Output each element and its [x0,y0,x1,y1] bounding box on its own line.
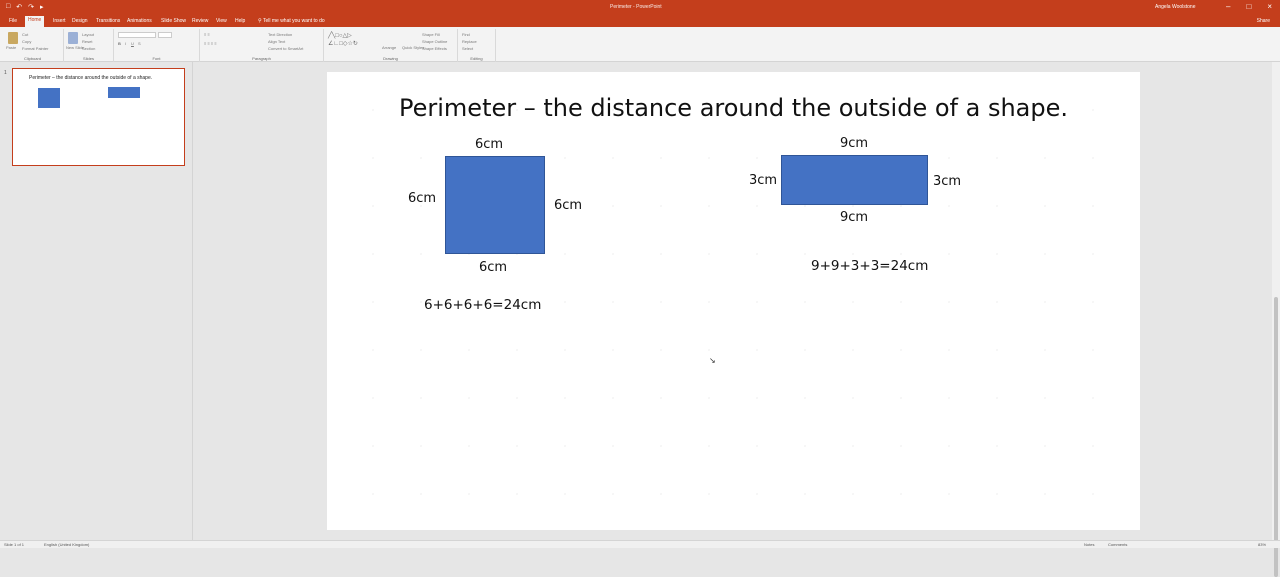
font-family-select[interactable] [118,32,156,38]
language-indicator[interactable]: English (United Kingdom) [44,542,89,547]
convert-smartart-button[interactable]: Convert to SmartArt [268,46,303,51]
maximize-icon[interactable]: □ [1246,2,1251,11]
cut-button[interactable]: Cut [22,32,28,37]
scrollbar-thumb[interactable] [1274,297,1278,577]
square-left-label[interactable]: 6cm [408,191,436,206]
present-icon[interactable]: ▸ [40,3,44,11]
tell-me-search[interactable]: ⚲ Tell me what you want to do [258,18,325,24]
group-clipboard: Paste Cut Copy Format Painter Clipboard [2,29,64,62]
tab-review[interactable]: Review [189,17,211,25]
thumbnail-number: 1 [4,70,7,76]
paste-icon[interactable] [8,32,18,44]
tab-home[interactable]: Home [25,16,45,27]
square-shape[interactable] [445,156,545,254]
window-title: Perimeter - PowerPoint [610,4,662,10]
group-label-paragraph: Paragraph [252,56,271,61]
reset-button[interactable]: Reset [82,39,92,44]
quick-styles-button[interactable]: Quick Styles [402,45,424,50]
rectangle-right-label[interactable]: 3cm [933,174,961,189]
rectangle-left-label[interactable]: 3cm [749,173,777,188]
shape-fill-button[interactable]: Shape Fill [422,32,440,37]
new-slide-icon[interactable] [68,32,78,44]
paste-button[interactable]: Paste [6,45,16,50]
slide-count: Slide 1 of 1 [4,542,25,547]
group-label-slides: Slides [83,56,94,61]
rectangle-perimeter-sum[interactable]: 9+9+3+3=24cm [811,258,928,274]
tab-view[interactable]: View [213,17,230,25]
redo-icon[interactable]: ↷ [28,3,34,11]
square-bottom-label[interactable]: 6cm [479,260,507,275]
group-label-clipboard: Clipboard [23,56,42,61]
group-label-editing: Editing [470,56,483,61]
group-label-font: Font [152,56,161,61]
tab-insert[interactable]: Insert [50,17,69,25]
vertical-scrollbar[interactable] [1272,62,1280,577]
status-bar: Slide 1 of 1 English (United Kingdom) No… [0,540,1280,548]
share-button[interactable]: Share [1257,18,1270,24]
text-direction-button[interactable]: Text Direction [268,32,292,37]
save-icon[interactable]: □ [6,3,10,11]
shapes-gallery-row2[interactable]: ∠∟□◇☆↻ [328,40,358,47]
shape-outline-button[interactable]: Shape Outline [422,39,447,44]
layout-button[interactable]: Layout [82,32,94,37]
undo-icon[interactable]: ↶ [16,3,22,11]
copy-button[interactable]: Copy [22,39,31,44]
minimize-icon[interactable]: – [1226,2,1230,11]
shape-effects-button[interactable]: Shape Effects [422,46,447,51]
section-button[interactable]: Section [82,46,95,51]
bold-icon[interactable]: B [118,41,121,46]
group-font: B I U S Font [114,29,200,62]
close-icon[interactable]: × [1267,2,1272,11]
tell-me-label: Tell me what you want to do [262,18,325,24]
align-text-button[interactable]: Align Text [268,39,285,44]
group-drawing: ╱╲□○△▷ ∠∟□◇☆↻ Arrange Quick Styles Shape… [324,29,458,62]
slide-title[interactable]: Perimeter – the distance around the outs… [327,94,1140,122]
thumbnail-square [38,88,60,108]
comments-button[interactable]: Comments [1108,542,1127,547]
group-label-drawing: Drawing [383,56,398,61]
rectangle-top-label[interactable]: 9cm [840,136,868,151]
rectangle-bottom-label[interactable]: 9cm [840,210,868,225]
ribbon: Paste Cut Copy Format Painter Clipboard … [0,27,1280,62]
select-button[interactable]: Select [462,46,473,51]
thumbnail-title: Perimeter – the distance around the outs… [29,75,153,81]
italic-icon[interactable]: I [125,41,126,46]
font-size-select[interactable] [158,32,172,38]
zoom-level[interactable]: 83% [1258,542,1266,547]
title-bar: □ ↶ ↷ ▸ Perimeter - PowerPoint Angela Wo… [0,0,1280,15]
thumbnail-rectangle [108,87,140,98]
group-paragraph: Text Direction Align Text Convert to Sma… [200,29,324,62]
tab-help[interactable]: Help [232,17,248,25]
notes-button[interactable]: Notes [1084,542,1094,547]
ribbon-tabs: File Home Insert Design Transitions Anim… [0,15,1280,27]
tab-file[interactable]: File [6,17,20,25]
quick-access-toolbar: □ ↶ ↷ ▸ [6,3,44,11]
user-name[interactable]: Angela Woolstone [1155,4,1196,10]
slide-thumbnail[interactable]: Perimeter – the distance around the outs… [12,68,185,166]
group-slides: New Slide Layout Reset Section Slides [64,29,114,62]
format-painter-button[interactable]: Format Painter [22,46,48,51]
replace-button[interactable]: Replace [462,39,477,44]
shapes-gallery-icon[interactable]: ╱╲□○△▷ [328,32,352,39]
tab-design[interactable]: Design [69,17,91,25]
align-icon[interactable]: ≡ ≡ ≡ ≡ [204,41,217,46]
arrange-button[interactable]: Arrange [382,45,396,50]
tab-animations[interactable]: Animations [124,17,155,25]
underline-icon[interactable]: U [131,41,134,46]
group-editing: Find Replace Select Editing [458,29,496,62]
slide-canvas[interactable]: Perimeter – the distance around the outs… [327,72,1140,530]
mouse-cursor-icon: ↘ [709,356,716,365]
bullets-icon[interactable]: ≡ ≡ [204,32,210,37]
strikethrough-icon[interactable]: S [138,41,141,46]
find-button[interactable]: Find [462,32,470,37]
tab-slide-show[interactable]: Slide Show [158,17,189,25]
square-perimeter-sum[interactable]: 6+6+6+6=24cm [424,297,541,313]
square-right-label[interactable]: 6cm [554,198,582,213]
tab-transitions[interactable]: Transitions [93,17,123,25]
window-controls: – □ × [1226,2,1272,11]
rectangle-shape[interactable] [781,155,928,205]
square-top-label[interactable]: 6cm [475,137,503,152]
